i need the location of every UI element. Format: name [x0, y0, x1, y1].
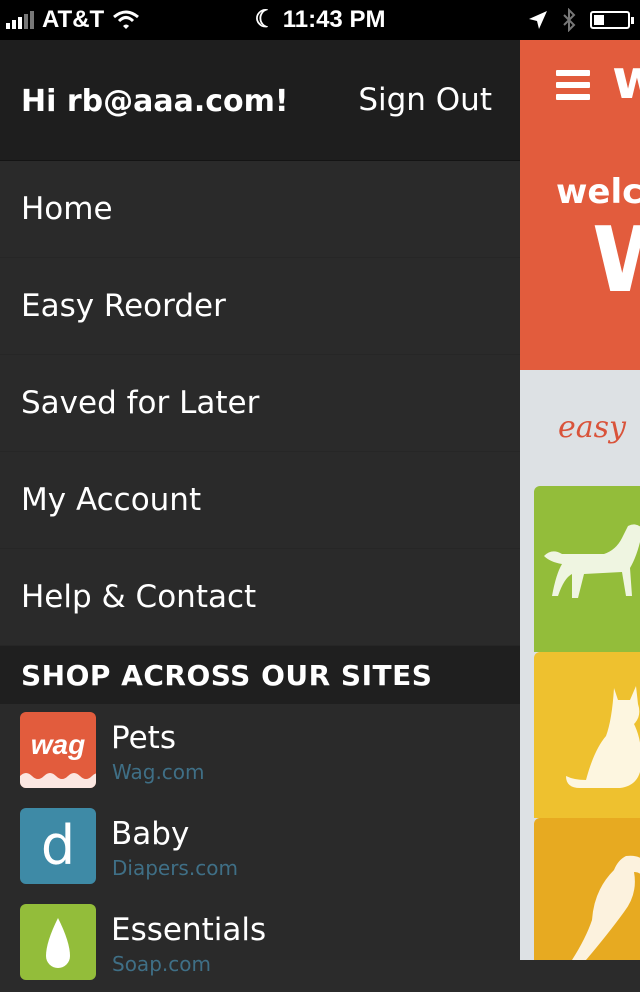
sign-out-button[interactable]: Sign Out — [358, 82, 492, 118]
status-bar: AT&T ☾ 11:43 PM — [0, 0, 640, 40]
dog-icon — [544, 524, 640, 598]
location-arrow-icon — [529, 11, 547, 29]
site-name: Pets — [111, 720, 176, 756]
site-item-baby[interactable]: d Baby Diapers.com — [0, 800, 520, 896]
app-logo: w — [612, 48, 640, 111]
diapers-logo-text: d — [41, 814, 75, 877]
wag-logo-text: wag — [31, 729, 85, 760]
site-url: Diapers.com — [112, 856, 238, 880]
category-tile-dogs[interactable] — [534, 486, 640, 652]
menu-item-my-account[interactable]: My Account — [0, 452, 520, 549]
navigation-drawer: Hi rb@aaa.com! Sign Out Home Easy Reorde… — [0, 40, 520, 980]
site-name: Baby — [111, 816, 190, 852]
site-url: Soap.com — [112, 952, 211, 976]
site-item-essentials[interactable]: Essentials Soap.com — [0, 896, 520, 992]
diapers-logo: d — [20, 808, 96, 884]
site-url: Wag.com — [112, 760, 205, 784]
soap-logo — [20, 904, 96, 980]
category-tile-cats[interactable] — [534, 652, 640, 818]
wag-logo: wag — [20, 712, 96, 788]
menu-item-saved-for-later[interactable]: Saved for Later — [0, 355, 520, 452]
moon-icon: ☾ — [254, 6, 277, 33]
hamburger-menu-icon[interactable] — [556, 70, 590, 106]
section-title: SHOP ACROSS OUR SITES — [0, 646, 520, 704]
site-name: Essentials — [111, 912, 267, 948]
main-content-panel[interactable]: w welco W easy — [520, 40, 640, 960]
cat-icon — [566, 686, 640, 788]
welcome-logo: W — [592, 208, 640, 313]
battery-icon — [590, 11, 634, 29]
welcome-text: welco — [556, 172, 640, 212]
drawer-menu: Home Easy Reorder Saved for Later My Acc… — [0, 161, 520, 646]
menu-item-home[interactable]: Home — [0, 161, 520, 258]
menu-item-easy-reorder[interactable]: Easy Reorder — [0, 258, 520, 355]
category-tile-birds[interactable] — [534, 818, 640, 960]
bird-icon — [572, 855, 640, 960]
easy-label: easy — [558, 410, 626, 445]
drawer-header: Hi rb@aaa.com! Sign Out — [0, 40, 520, 161]
bluetooth-icon — [563, 8, 576, 32]
site-item-pets[interactable]: wag Pets Wag.com — [0, 704, 520, 800]
menu-item-help-contact[interactable]: Help & Contact — [0, 549, 520, 646]
user-greeting: Hi rb@aaa.com! — [21, 84, 289, 119]
clock: 11:43 PM — [282, 6, 386, 33]
